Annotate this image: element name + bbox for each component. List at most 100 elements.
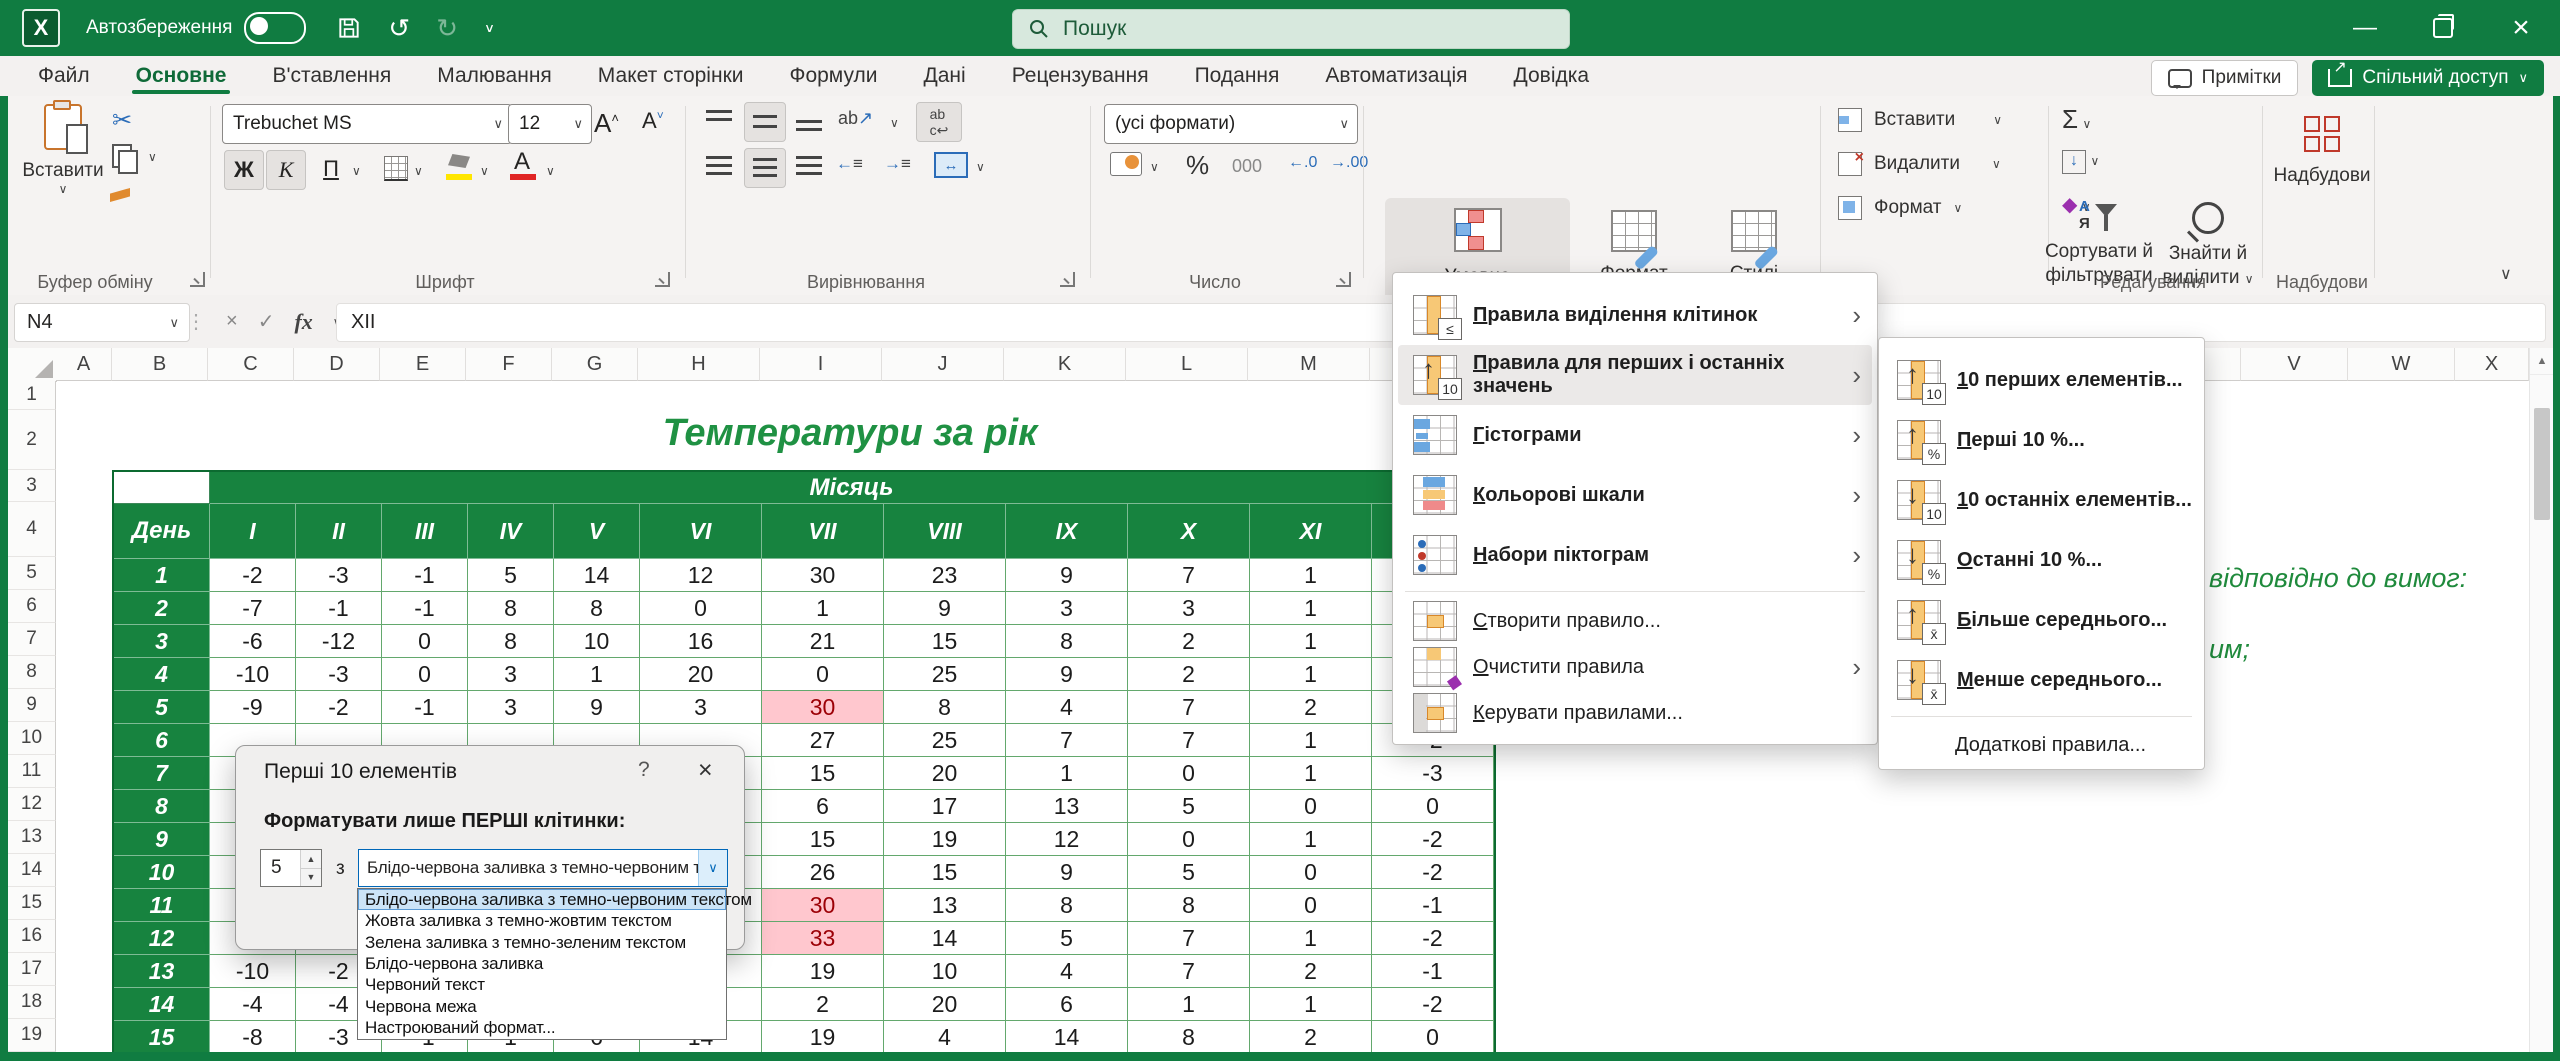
tab-Основне[interactable]: Основне: [116, 56, 247, 96]
autosum-button[interactable]: Σ ∨: [2062, 104, 2091, 135]
cell[interactable]: 10: [554, 625, 640, 658]
cell[interactable]: 3: [1006, 592, 1128, 625]
cell[interactable]: 9: [1006, 658, 1128, 691]
cell[interactable]: -1: [1372, 889, 1494, 922]
column-header-V[interactable]: V: [2241, 348, 2348, 381]
align-bottom-icon[interactable]: [796, 114, 822, 134]
column-header-G[interactable]: G: [552, 348, 638, 381]
cell[interactable]: 1: [762, 592, 884, 625]
day-cell-3[interactable]: 3: [114, 625, 210, 658]
menu-item[interactable]: ↑10Правила для перших і останніх значень…: [1398, 345, 1872, 405]
cell[interactable]: 15: [762, 823, 884, 856]
row-header-14[interactable]: 14: [8, 854, 56, 887]
day-cell-13[interactable]: 13: [114, 955, 210, 988]
cell[interactable]: 4: [1006, 955, 1128, 988]
cell[interactable]: 25: [884, 658, 1006, 691]
cell[interactable]: 19: [762, 955, 884, 988]
accounting-chevron-icon[interactable]: ∨: [1150, 160, 1159, 174]
row-header-18[interactable]: 18: [8, 986, 56, 1019]
row-header-6[interactable]: 6: [8, 590, 56, 623]
cell[interactable]: -6: [210, 625, 296, 658]
fill-color-chevron-icon[interactable]: ∨: [480, 164, 489, 178]
cell[interactable]: -1: [382, 691, 468, 724]
format-painter-icon[interactable]: [110, 188, 130, 202]
cell[interactable]: -10: [210, 955, 296, 988]
cell[interactable]: 2: [1128, 658, 1250, 691]
day-cell-1[interactable]: 1: [114, 559, 210, 592]
share-button[interactable]: Спільний доступ ∨: [2312, 60, 2544, 96]
day-cell-2[interactable]: 2: [114, 592, 210, 625]
column-header-H[interactable]: H: [638, 348, 760, 381]
italic-button[interactable]: К: [266, 150, 306, 190]
cell[interactable]: 25: [884, 724, 1006, 757]
sort-filter-button[interactable]: АЯ Сортувати й фільтрувати ∨: [2044, 196, 2154, 311]
day-cell-11[interactable]: 11: [114, 889, 210, 922]
align-left-icon[interactable]: [706, 156, 732, 176]
cell[interactable]: 2: [1250, 1021, 1372, 1054]
format-cells-button[interactable]: Формат ∨: [1838, 196, 1962, 220]
row-header-9[interactable]: 9: [8, 689, 56, 722]
fill-color-swatch[interactable]: [446, 174, 472, 180]
cell[interactable]: 8: [468, 625, 554, 658]
cell[interactable]: -8: [210, 1021, 296, 1054]
day-cell-14[interactable]: 14: [114, 988, 210, 1021]
percent-style-button[interactable]: %: [1186, 150, 1209, 181]
cell[interactable]: 8: [1006, 625, 1128, 658]
row-header-1[interactable]: 1: [8, 381, 56, 410]
cell[interactable]: 26: [762, 856, 884, 889]
fill-color-icon[interactable]: [448, 154, 470, 168]
cell[interactable]: 0: [1250, 790, 1372, 823]
cell[interactable]: 8: [1128, 889, 1250, 922]
menu-item[interactable]: Очистити правила›: [1393, 644, 1877, 690]
cell[interactable]: -1: [296, 592, 382, 625]
cell[interactable]: 7: [1128, 724, 1250, 757]
day-cell-6[interactable]: 6: [114, 724, 210, 757]
cell[interactable]: -2: [1372, 988, 1494, 1021]
cell[interactable]: 1: [1250, 592, 1372, 625]
collapse-ribbon-chevron-icon[interactable]: ∨: [2500, 264, 2512, 284]
tab-Малювання[interactable]: Малювання: [417, 56, 572, 96]
cell[interactable]: 4: [1006, 691, 1128, 724]
cell[interactable]: 0: [382, 658, 468, 691]
cell[interactable]: 17: [884, 790, 1006, 823]
cell[interactable]: 27: [762, 724, 884, 757]
cell[interactable]: 14: [554, 559, 640, 592]
cell[interactable]: -2: [296, 691, 382, 724]
cell[interactable]: 8: [468, 592, 554, 625]
cell[interactable]: 5: [1128, 790, 1250, 823]
cell[interactable]: -10: [210, 658, 296, 691]
paste-chevron-icon[interactable]: ∨: [59, 182, 68, 196]
cell[interactable]: 30: [762, 889, 884, 922]
cell[interactable]: 16: [640, 625, 762, 658]
number-dialog-launcher[interactable]: [1336, 272, 1351, 287]
day-cell-5[interactable]: 5: [114, 691, 210, 724]
comma-style-button[interactable]: 000: [1232, 156, 1262, 177]
clipboard-dialog-launcher[interactable]: [190, 272, 205, 287]
row-header-10[interactable]: 10: [8, 722, 56, 755]
column-header-A[interactable]: A: [56, 348, 112, 381]
cell[interactable]: 0: [1372, 790, 1494, 823]
cell[interactable]: 9: [1006, 856, 1128, 889]
submenu-item[interactable]: ↑x̄Більше середнього...: [1879, 590, 2204, 650]
cell[interactable]: 9: [1006, 559, 1128, 592]
cell[interactable]: 19: [884, 823, 1006, 856]
close-button[interactable]: ×: [2482, 0, 2560, 56]
font-color-icon[interactable]: A: [514, 148, 530, 176]
column-header-J[interactable]: J: [882, 348, 1004, 381]
cell[interactable]: 15: [762, 757, 884, 790]
excel-logo-icon[interactable]: X: [22, 9, 60, 47]
tab-Рецензування[interactable]: Рецензування: [992, 56, 1169, 96]
cell[interactable]: 9: [884, 592, 1006, 625]
increase-decimal-button[interactable]: ←.0: [1288, 154, 1317, 172]
cell[interactable]: 1: [1250, 658, 1372, 691]
cell[interactable]: 6: [1006, 988, 1128, 1021]
autosave-toggle[interactable]: [244, 12, 306, 44]
column-header-F[interactable]: F: [466, 348, 552, 381]
orientation-chevron-icon[interactable]: ∨: [890, 116, 899, 130]
alignment-dialog-launcher[interactable]: [1060, 272, 1075, 287]
cell[interactable]: 8: [884, 691, 1006, 724]
tab-Дані[interactable]: Дані: [904, 56, 986, 96]
select-all-corner[interactable]: [8, 348, 57, 382]
row-header-17[interactable]: 17: [8, 953, 56, 986]
scroll-up-arrow-icon[interactable]: ▲: [2530, 348, 2554, 375]
